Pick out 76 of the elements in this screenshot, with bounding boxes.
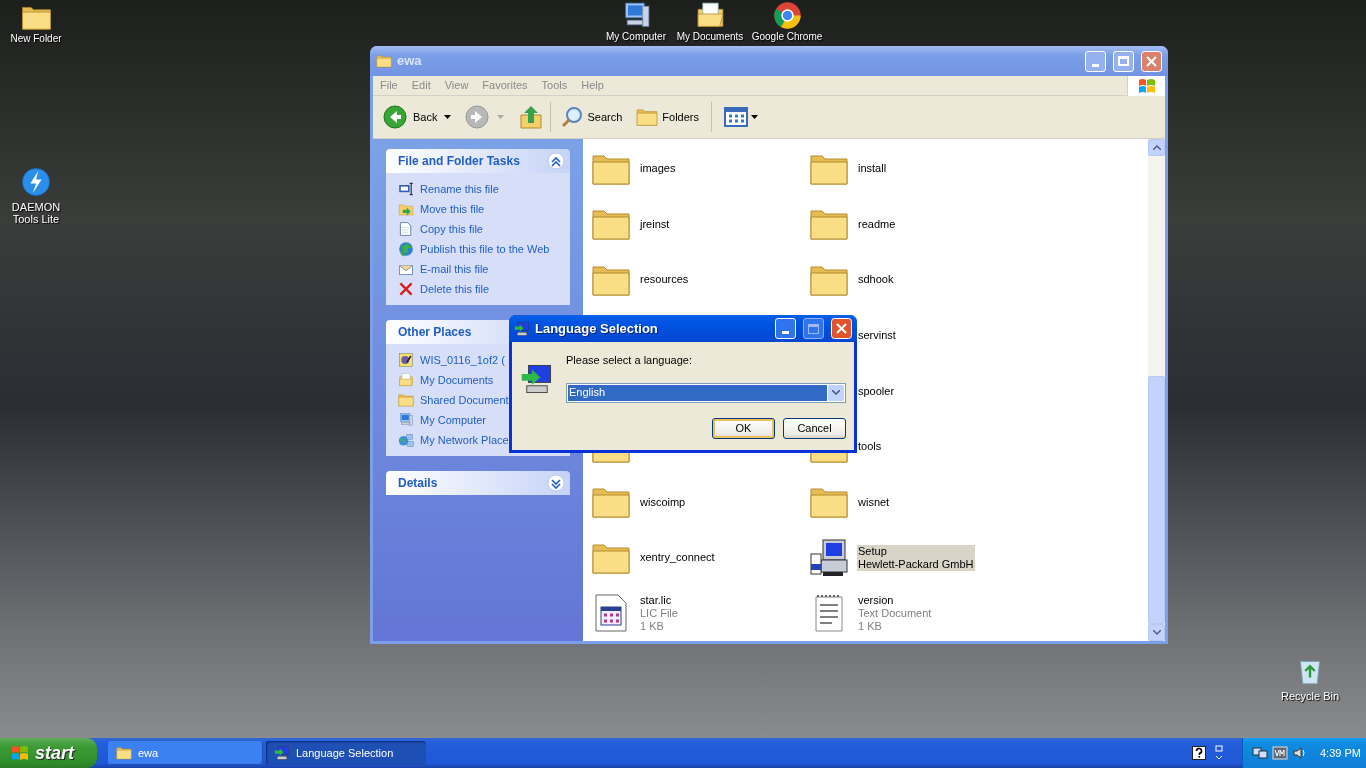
task-link[interactable]: Rename this file <box>398 181 558 197</box>
copy-page-icon <box>398 221 414 237</box>
window-title: ewa <box>397 52 422 71</box>
desktop-icon-label[interactable]: DAEMON Tools Lite <box>0 201 72 225</box>
desktop-icon-label[interactable]: New Folder <box>10 33 62 45</box>
file-label[interactable]: xentry_connect <box>639 551 716 565</box>
grid-view-icon <box>724 107 748 127</box>
taskbar-button[interactable]: Language Selection <box>266 741 426 765</box>
computer-arrow-icon <box>520 362 554 396</box>
file-label[interactable]: jreinst <box>639 217 671 231</box>
close-button[interactable] <box>1141 50 1162 72</box>
file-label[interactable]: Setup Hewlett-Packard GmbH <box>857 544 975 571</box>
help-icon[interactable] <box>1192 746 1206 760</box>
file-label[interactable]: wisnet <box>857 495 891 509</box>
back-button[interactable]: Back <box>381 99 440 135</box>
folder-icon <box>376 53 392 69</box>
setup-computer-icon[interactable] <box>809 537 849 578</box>
taskbar-button[interactable]: ewa <box>108 741 263 765</box>
task-link[interactable]: Copy this file <box>398 221 558 237</box>
desktop-icon-label[interactable]: Google Chrome <box>751 31 823 43</box>
desktop-icon-label[interactable]: My Computer <box>606 31 666 43</box>
start-button[interactable]: start <box>0 738 97 768</box>
folder-up-arrow-icon <box>520 105 543 129</box>
move-folder-icon <box>398 201 414 217</box>
computer-arrow-icon <box>274 745 290 761</box>
maximize-button[interactable] <box>803 318 824 339</box>
network-icon[interactable] <box>1252 745 1268 761</box>
task-link[interactable]: Delete this file <box>398 281 558 297</box>
minimize-button[interactable] <box>775 318 796 339</box>
rename-icon <box>398 181 414 197</box>
file-label[interactable]: readme <box>857 217 897 231</box>
folder-icon <box>398 392 414 408</box>
folder-icon <box>636 106 659 128</box>
computer-icon <box>398 412 414 428</box>
chrome-icon[interactable] <box>771 0 803 31</box>
dialog-button[interactable]: Cancel <box>783 417 846 439</box>
globe-icon <box>398 241 414 257</box>
panel-header[interactable]: File and Folder Tasks <box>386 149 570 173</box>
task-link[interactable]: Move this file <box>398 201 558 217</box>
file-label[interactable]: images <box>639 162 677 176</box>
close-button[interactable] <box>831 318 852 339</box>
file-label[interactable]: wiscoimp <box>639 495 687 509</box>
scrollbar-thumb[interactable] <box>1148 376 1165 624</box>
search-icon <box>561 106 584 128</box>
language-dropdown[interactable]: English <box>566 382 846 403</box>
windows-flag-icon <box>10 744 30 762</box>
vm-icon[interactable] <box>1272 745 1288 761</box>
minimize-button[interactable] <box>1085 50 1106 72</box>
collapse-chevron-icon[interactable] <box>547 152 565 170</box>
folders-button[interactable]: Folders <box>634 99 701 135</box>
language-prompt: Please select a language: <box>566 353 693 368</box>
search-button[interactable]: Search <box>559 99 625 135</box>
task-link[interactable]: E-mail this file <box>398 261 558 277</box>
file-label[interactable]: star.lic LIC File 1 KB <box>639 593 679 633</box>
panel-header[interactable]: Details <box>386 471 570 495</box>
folder-icon <box>116 745 132 761</box>
windows-flag-icon <box>1137 76 1156 95</box>
caret-icon[interactable] <box>444 115 452 119</box>
documents-folder-icon <box>398 372 414 388</box>
clock[interactable]: 4:39 PM <box>1320 744 1361 762</box>
vertical-scrollbar[interactable] <box>1148 139 1165 641</box>
delete-x-icon <box>398 281 414 297</box>
speaker-icon[interactable] <box>1292 745 1308 761</box>
caret-icon <box>751 115 758 119</box>
computer-arrow-icon <box>514 320 530 337</box>
desktop-icon-label[interactable]: My Documents <box>676 31 744 43</box>
desktop-icon-label[interactable]: Recycle Bin <box>1280 690 1340 702</box>
task-link[interactable]: Publish this file to the Web <box>398 241 558 257</box>
file-label[interactable]: servinst <box>857 328 897 342</box>
expand-chevron-icon[interactable] <box>547 474 565 492</box>
file-label[interactable]: version Text Document 1 KB <box>857 593 933 633</box>
file-label[interactable]: spooler <box>857 384 896 398</box>
network-icon <box>398 432 414 448</box>
restore-arrows-icon[interactable] <box>1214 745 1224 761</box>
lightning-icon[interactable] <box>20 166 52 198</box>
dialog-button[interactable]: OK <box>712 417 775 439</box>
